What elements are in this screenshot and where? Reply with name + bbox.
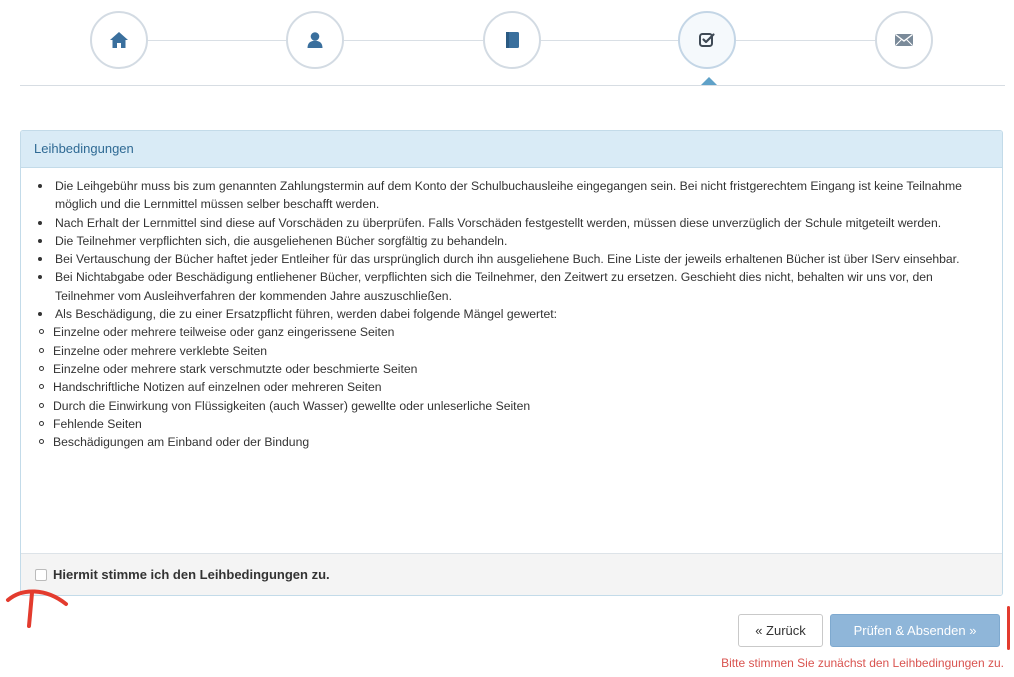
step-personal-data[interactable] xyxy=(286,11,344,69)
book-icon xyxy=(506,32,519,48)
home-icon xyxy=(110,32,128,48)
annotation-arrow-icon xyxy=(6,589,68,628)
damage-item: Fehlende Seiten xyxy=(39,415,986,433)
damage-item: Einzelne oder mehrere stark verschmutzte… xyxy=(39,360,986,378)
wizard-divider xyxy=(20,85,1005,86)
check-square-icon xyxy=(699,33,715,47)
terms-panel: Leihbedingungen Die Leihgebühr muss bis … xyxy=(20,130,1003,596)
envelope-icon xyxy=(895,33,913,46)
term-item: Die Leihgebühr muss bis zum genannten Za… xyxy=(38,177,986,214)
term-item: Bei Vertauschung der Bücher haftet jeder… xyxy=(38,250,986,268)
annotation-mark xyxy=(1007,606,1010,650)
step-books[interactable] xyxy=(483,11,541,69)
damage-item: Handschriftliche Notizen auf einzelnen o… xyxy=(39,378,986,396)
damage-item: Einzelne oder mehrere verklebte Seiten xyxy=(39,342,986,360)
submit-button[interactable]: Prüfen & Absenden » xyxy=(830,614,1000,647)
term-item: Nach Erhalt der Lernmittel sind diese au… xyxy=(38,214,986,232)
step-terms[interactable] xyxy=(678,11,736,69)
agree-checkbox[interactable] xyxy=(35,568,47,581)
damage-item: Beschädigungen am Einband oder der Bindu… xyxy=(39,433,986,451)
damage-item: Einzelne oder mehrere teilweise oder gan… xyxy=(39,323,986,341)
agree-label[interactable]: Hiermit stimme ich den Leihbedingungen z… xyxy=(53,567,330,582)
term-item: Als Beschädigung, die zu einer Ersatzpfl… xyxy=(38,305,986,323)
terms-list: Die Leihgebühr muss bis zum genannten Za… xyxy=(37,177,986,323)
step-submit[interactable] xyxy=(875,11,933,69)
damage-item: Durch die Einwirkung von Flüssigkeiten (… xyxy=(39,397,986,415)
active-step-caret xyxy=(701,77,717,85)
agree-row: Hiermit stimme ich den Leihbedingungen z… xyxy=(21,553,1002,595)
error-message: Bitte stimmen Sie zunächst den Leihbedin… xyxy=(721,656,1004,670)
term-item: Bei Nichtabgabe oder Beschädigung entlie… xyxy=(38,268,986,305)
terms-body: Die Leihgebühr muss bis zum genannten Za… xyxy=(21,168,1002,451)
damage-list: Einzelne oder mehrere teilweise oder gan… xyxy=(37,323,986,451)
user-icon xyxy=(307,32,323,48)
term-item: Die Teilnehmer verpflichten sich, die au… xyxy=(38,232,986,250)
panel-title: Leihbedingungen xyxy=(21,131,1002,168)
wizard-steps xyxy=(0,0,1014,100)
step-home[interactable] xyxy=(90,11,148,69)
back-button[interactable]: « Zurück xyxy=(738,614,823,647)
